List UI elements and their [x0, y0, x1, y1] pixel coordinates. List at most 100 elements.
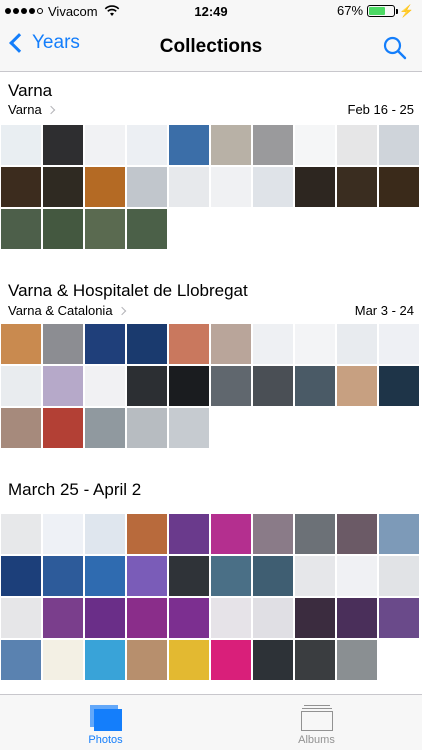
photo-thumbnail[interactable] [84, 166, 126, 208]
tab-albums[interactable]: Albums [211, 695, 422, 750]
photo-thumbnail[interactable] [378, 124, 420, 166]
photo-thumbnail[interactable] [126, 323, 168, 365]
photo-thumbnail[interactable] [252, 365, 294, 407]
photo-thumbnail[interactable] [42, 407, 84, 449]
photo-thumbnail[interactable] [252, 639, 294, 681]
photo-thumbnail[interactable] [0, 555, 42, 597]
photo-thumbnail[interactable] [294, 639, 336, 681]
photo-thumbnail[interactable] [252, 513, 294, 555]
photo-thumbnail[interactable] [0, 513, 42, 555]
collection-location-link[interactable]: Varna & Catalonia [8, 303, 126, 318]
photo-thumbnail[interactable] [168, 124, 210, 166]
photo-thumbnail[interactable] [168, 597, 210, 639]
photo-thumbnail[interactable] [378, 365, 420, 407]
photo-thumbnail[interactable] [168, 639, 210, 681]
photo-thumbnail[interactable] [168, 407, 210, 449]
photo-thumbnail[interactable] [294, 124, 336, 166]
photo-thumbnail[interactable] [126, 407, 168, 449]
photo-thumbnail[interactable] [210, 555, 252, 597]
photo-thumbnail[interactable] [252, 323, 294, 365]
photo-thumbnail[interactable] [336, 639, 378, 681]
photo-thumbnail[interactable] [336, 323, 378, 365]
photo-thumbnail[interactable] [378, 555, 420, 597]
photo-thumbnail[interactable] [42, 513, 84, 555]
photo-thumbnail[interactable] [42, 597, 84, 639]
photo-thumbnail[interactable] [42, 124, 84, 166]
photo-thumbnail[interactable] [42, 323, 84, 365]
photo-thumbnail[interactable] [0, 407, 42, 449]
collection-date-range: Feb 16 - 25 [347, 102, 415, 117]
signal-strength-icon [5, 8, 43, 14]
photo-thumbnail[interactable] [294, 323, 336, 365]
photo-thumbnail[interactable] [294, 513, 336, 555]
photo-thumbnail[interactable] [168, 513, 210, 555]
photo-thumbnail[interactable] [126, 513, 168, 555]
photo-thumbnail[interactable] [252, 555, 294, 597]
photo-thumbnail[interactable] [210, 365, 252, 407]
photo-thumbnail[interactable] [126, 365, 168, 407]
photo-thumbnail[interactable] [126, 555, 168, 597]
photo-thumbnail[interactable] [42, 365, 84, 407]
collections-list[interactable]: Varna Varna Feb 16 - 25 Varna & Hospital… [0, 72, 422, 694]
photo-thumbnail[interactable] [84, 323, 126, 365]
photo-thumbnail[interactable] [0, 208, 42, 250]
tab-photos[interactable]: Photos [0, 695, 211, 750]
photo-thumbnail[interactable] [42, 639, 84, 681]
photo-thumbnail[interactable] [0, 166, 42, 208]
photo-thumbnail[interactable] [42, 166, 84, 208]
photo-thumbnail[interactable] [84, 407, 126, 449]
photo-thumbnail[interactable] [0, 323, 42, 365]
photo-thumbnail[interactable] [84, 555, 126, 597]
photo-thumbnail[interactable] [0, 365, 42, 407]
photo-thumbnail[interactable] [294, 365, 336, 407]
photo-thumbnail[interactable] [42, 208, 84, 250]
photo-thumbnail[interactable] [168, 365, 210, 407]
photo-thumbnail[interactable] [126, 166, 168, 208]
photo-thumbnail[interactable] [210, 513, 252, 555]
photo-thumbnail[interactable] [126, 208, 168, 250]
photo-thumbnail[interactable] [294, 597, 336, 639]
photo-thumbnail[interactable] [210, 639, 252, 681]
photo-thumbnail[interactable] [84, 124, 126, 166]
photo-thumbnail[interactable] [168, 323, 210, 365]
photo-thumbnail[interactable] [126, 124, 168, 166]
photo-thumbnail[interactable] [336, 365, 378, 407]
photo-thumbnail[interactable] [294, 166, 336, 208]
photo-thumbnail[interactable] [168, 555, 210, 597]
photo-thumbnail[interactable] [210, 124, 252, 166]
photo-thumbnail[interactable] [126, 597, 168, 639]
back-button[interactable]: Years [8, 32, 80, 54]
chevron-right-icon [117, 306, 126, 315]
photo-thumbnail[interactable] [84, 639, 126, 681]
photo-thumbnail[interactable] [336, 513, 378, 555]
photo-thumbnail[interactable] [210, 597, 252, 639]
photo-thumbnail[interactable] [0, 124, 42, 166]
photo-thumbnail[interactable] [84, 513, 126, 555]
photo-thumbnail[interactable] [42, 555, 84, 597]
photo-thumbnail[interactable] [378, 323, 420, 365]
photo-thumbnail[interactable] [126, 639, 168, 681]
photo-thumbnail[interactable] [84, 597, 126, 639]
search-icon[interactable] [382, 35, 408, 61]
photo-thumbnail[interactable] [336, 555, 378, 597]
photo-grid [0, 124, 420, 250]
photo-thumbnail[interactable] [0, 597, 42, 639]
photo-thumbnail[interactable] [210, 166, 252, 208]
photo-thumbnail[interactable] [294, 555, 336, 597]
photo-thumbnail[interactable] [168, 166, 210, 208]
photo-thumbnail[interactable] [336, 124, 378, 166]
status-bar: Vivacom 12:49 67% ⚡ [0, 0, 422, 22]
photo-thumbnail[interactable] [252, 597, 294, 639]
photo-thumbnail[interactable] [210, 323, 252, 365]
photo-thumbnail[interactable] [336, 597, 378, 639]
photo-thumbnail[interactable] [378, 166, 420, 208]
photo-thumbnail[interactable] [84, 208, 126, 250]
photo-thumbnail[interactable] [0, 639, 42, 681]
photo-thumbnail[interactable] [252, 166, 294, 208]
photo-thumbnail[interactable] [84, 365, 126, 407]
collection-location-link[interactable]: Varna [8, 102, 55, 117]
photo-thumbnail[interactable] [336, 166, 378, 208]
photo-thumbnail[interactable] [378, 597, 420, 639]
photo-thumbnail[interactable] [252, 124, 294, 166]
photo-thumbnail[interactable] [378, 513, 420, 555]
